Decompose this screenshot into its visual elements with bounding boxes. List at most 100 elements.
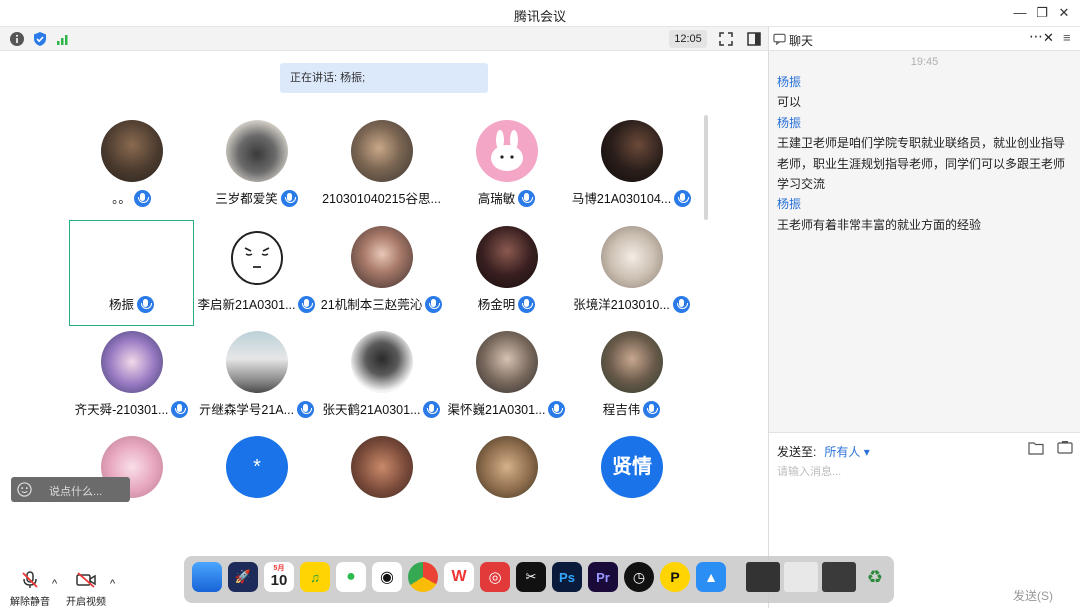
close-chat-icon[interactable]: ✕ <box>1043 30 1054 46</box>
initial-avatar: * <box>226 436 288 498</box>
avatar <box>226 226 288 288</box>
taskbar-dock: 🚀 5月 10 ♫ ● ◉ W ◎ ✂ Ps Pr ◷ P ▲ ♻ <box>184 556 894 603</box>
avatar <box>476 120 538 182</box>
recipient-select[interactable]: 所有人 ▾ <box>824 445 869 459</box>
p-app-icon[interactable]: P <box>660 562 690 592</box>
chat-bubble-icon <box>773 33 786 45</box>
premiere-icon[interactable]: Pr <box>588 562 618 592</box>
layout-toggle-icon[interactable] <box>746 31 762 47</box>
avatar <box>101 331 163 393</box>
avatar <box>101 120 163 182</box>
participant-tile[interactable]: 马博21A030104... <box>569 120 694 225</box>
participant-tile[interactable]: 三岁都爱笑 <box>194 120 319 225</box>
participant-tile[interactable]: 高瑞敏 <box>444 120 569 225</box>
participant-tile[interactable]: 亓继森学号21A... <box>194 331 319 436</box>
chrome-icon[interactable] <box>408 562 438 592</box>
floating-chat-input[interactable]: 说点什么... <box>11 477 130 502</box>
participant-tile[interactable]: 程吉伟 <box>569 331 694 436</box>
participant-tile[interactable]: 李启新21A0301... <box>194 226 319 331</box>
participant-name: 。。 <box>112 192 131 206</box>
calendar-icon[interactable]: 5月 10 <box>264 562 294 592</box>
participant-tile[interactable]: * <box>194 436 319 498</box>
participant-tile[interactable] <box>444 436 569 498</box>
participant-tile[interactable]: 。。 <box>69 120 194 225</box>
participant-name: 杨振 <box>108 298 134 312</box>
maximize-button[interactable]: ❐ <box>1032 4 1052 22</box>
folder-icon[interactable] <box>1028 441 1044 455</box>
avatar <box>226 331 288 393</box>
send-button[interactable]: 发送(S) <box>1013 587 1053 604</box>
mic-icon <box>518 296 536 313</box>
recycle-bin-icon[interactable]: ♻ <box>860 562 890 592</box>
participant-tile[interactable]: 齐天舜-210301... <box>69 331 194 436</box>
music-note-icon[interactable]: ♫ <box>300 562 330 592</box>
participant-tile[interactable] <box>319 436 444 498</box>
floating-chat-placeholder: 说点什么... <box>49 486 103 498</box>
participant-tile[interactable]: 21机制本三赵莞沁 <box>319 226 444 331</box>
mic-icon <box>425 296 443 313</box>
participant-name: 亓继森学号21A... <box>198 403 295 417</box>
launchpad-rocket-icon[interactable]: 🚀 <box>228 562 258 592</box>
start-video-label: 开启视频 <box>66 597 106 608</box>
emoji-icon[interactable] <box>17 482 32 497</box>
participant-tile[interactable]: 渠怀巍21A0301... <box>444 331 569 436</box>
unmute-control[interactable]: 解除静音 <box>10 570 50 608</box>
close-window-button[interactable]: ✕ <box>1054 4 1074 22</box>
send-to-row: 发送至: 所有人 ▾ <box>777 443 870 460</box>
more-options-icon[interactable]: ⋯ <box>1029 28 1043 45</box>
participant-tile[interactable]: 杨金明 <box>444 226 569 331</box>
qq-penguin-icon[interactable]: ◉ <box>372 562 402 592</box>
signal-icon[interactable] <box>55 31 71 47</box>
chat-timestamp: 19:45 <box>910 56 939 68</box>
grid-scrollbar[interactable] <box>704 115 708 220</box>
active-speaker-banner: 正在讲话: 杨振; <box>280 63 488 93</box>
menu-icon[interactable]: ≡ <box>1063 30 1071 45</box>
minimize-button[interactable]: — <box>1010 4 1030 22</box>
participant-name: 马博21A030104... <box>571 192 672 206</box>
avatar <box>601 331 663 393</box>
wechat-icon[interactable]: ● <box>336 562 366 592</box>
message-input[interactable]: 请输入消息... <box>777 463 841 479</box>
window-title: 腾讯会议 <box>513 9 566 24</box>
initial-avatar: 贤情 <box>601 436 663 498</box>
chat-panel: 聊天 ⋯ ✕ ≡ 19:45 杨振 可以 杨振 王建卫老师是咱们学院专职就业联络… <box>768 27 1080 608</box>
participant-tile[interactable]: 210301040215谷思... <box>319 120 444 225</box>
participant-tile[interactable]: 杨振 <box>69 226 194 331</box>
participant-name: 210301040215谷思... <box>322 192 441 206</box>
mic-icon <box>297 401 315 418</box>
participant-tile[interactable]: 张境洋2103010... <box>569 226 694 331</box>
netease-music-icon[interactable]: ◎ <box>480 562 510 592</box>
avatar <box>476 436 538 498</box>
avatar <box>351 331 413 393</box>
tencent-meeting-icon[interactable]: ▲ <box>696 562 726 592</box>
chevron-up-icon[interactable]: ^ <box>110 578 115 590</box>
photoshop-icon[interactable]: Ps <box>552 562 582 592</box>
participant-name: 李启新21A0301... <box>197 298 296 312</box>
wps-w-icon[interactable]: W <box>444 562 474 592</box>
capcut-icon[interactable]: ✂ <box>516 562 546 592</box>
info-icon[interactable] <box>9 31 25 47</box>
message-sender: 杨振 <box>777 115 802 130</box>
screenshot-icon[interactable] <box>1057 440 1073 455</box>
mic-icon <box>518 190 536 207</box>
participant-name: 程吉伟 <box>602 403 641 417</box>
mic-icon <box>171 401 189 418</box>
clock-icon[interactable]: ◷ <box>624 562 654 592</box>
participant-name: 张天鹤21A0301... <box>322 403 421 417</box>
message-sender: 杨振 <box>777 197 802 212</box>
shield-icon[interactable] <box>32 31 48 47</box>
desktop-app-icon[interactable] <box>192 562 222 592</box>
chevron-up-icon[interactable]: ^ <box>52 578 57 590</box>
fullscreen-icon[interactable] <box>718 31 734 47</box>
window-thumbnail[interactable] <box>746 562 780 592</box>
window-thumbnail[interactable] <box>784 562 818 592</box>
avatar <box>476 226 538 288</box>
participant-name: 21机制本三赵莞沁 <box>320 298 423 312</box>
window-thumbnail[interactable] <box>822 562 856 592</box>
participant-tile[interactable]: 贤情 <box>569 436 694 498</box>
send-to-label: 发送至: <box>777 445 817 459</box>
message-text: 可以 <box>777 95 802 110</box>
mic-icon <box>423 401 441 418</box>
start-video-control[interactable]: 开启视频 <box>66 570 106 608</box>
participant-tile[interactable]: 张天鹤21A0301... <box>319 331 444 436</box>
